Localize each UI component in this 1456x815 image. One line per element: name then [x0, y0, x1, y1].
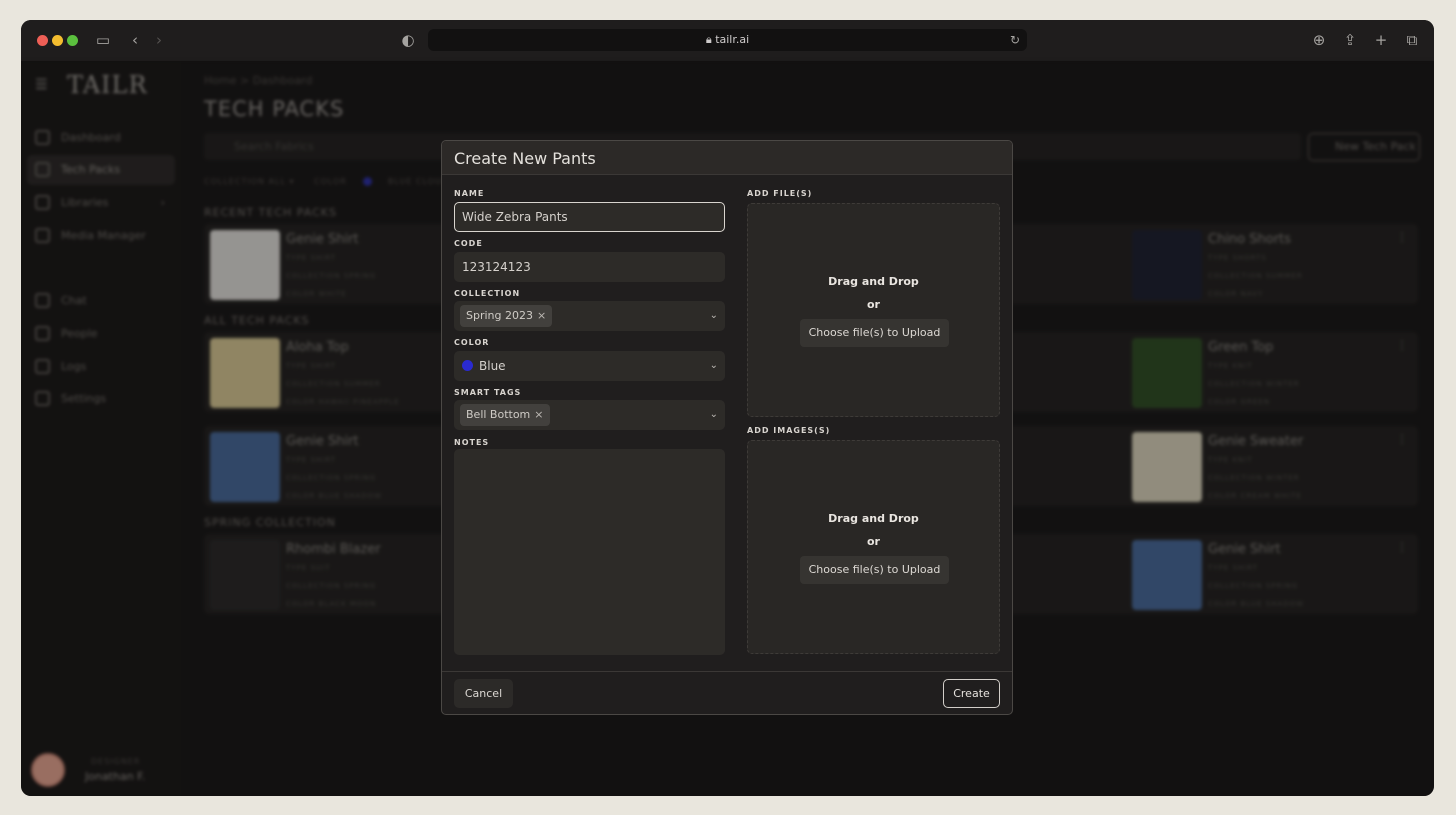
address-bar[interactable]: 🔒︎ tailr.ai ↻ [428, 29, 1027, 51]
upload-images-button[interactable]: Choose file(s) to Upload [800, 556, 949, 584]
notes-label: NOTES [454, 438, 490, 447]
notes-textarea[interactable] [454, 449, 725, 655]
code-label: CODE [454, 239, 483, 248]
remove-chip-icon[interactable]: × [537, 309, 546, 322]
remove-chip-icon[interactable]: × [534, 408, 543, 421]
color-value: Blue [479, 359, 506, 373]
collection-select[interactable]: Spring 2023 × ⌄ [454, 301, 725, 331]
add-files-label: ADD FILE(S) [747, 189, 813, 198]
collection-chip: Spring 2023 × [460, 305, 553, 327]
reload-icon[interactable]: ↻ [1010, 29, 1020, 51]
close-window-button[interactable] [37, 35, 48, 46]
color-label: COLOR [454, 338, 490, 347]
or-text: or [867, 535, 880, 548]
create-button[interactable]: Create [943, 679, 1000, 708]
modal-footer: Cancel Create [442, 671, 1012, 714]
tab-overview-icon[interactable]: ⧉ [1402, 30, 1422, 50]
cancel-button[interactable]: Cancel [454, 679, 513, 708]
browser-window: ▭ ‹ › ◐ 🔒︎ tailr.ai ↻ ⊕ ⇪ + ⧉ ☰ TAILR Da… [21, 20, 1434, 796]
lock-icon: 🔒︎ [705, 33, 712, 46]
chevron-down-icon: ⌄ [709, 409, 718, 420]
name-label: NAME [454, 189, 485, 198]
modal-title: Create New Pants [454, 149, 596, 168]
color-select[interactable]: Blue ⌄ [454, 351, 725, 381]
drop-text: Drag and Drop [828, 275, 919, 288]
smart-tags-select[interactable]: Bell Bottom × ⌄ [454, 400, 725, 430]
share-icon[interactable]: ⇪ [1340, 30, 1360, 50]
chevron-down-icon: ⌄ [709, 360, 718, 371]
image-dropzone[interactable]: Drag and Drop or Choose file(s) to Uploa… [747, 440, 1000, 654]
code-field[interactable]: 123124123 [454, 252, 725, 282]
shield-icon[interactable]: ◐ [398, 30, 418, 50]
browser-toolbar: ▭ ‹ › ◐ 🔒︎ tailr.ai ↻ ⊕ ⇪ + ⧉ [21, 20, 1434, 61]
upload-files-button[interactable]: Choose file(s) to Upload [800, 319, 949, 347]
minimize-window-button[interactable] [52, 35, 63, 46]
drop-text: Drag and Drop [828, 512, 919, 525]
download-icon[interactable]: ⊕ [1309, 30, 1329, 50]
name-field[interactable]: Wide Zebra Pants [454, 202, 725, 232]
create-modal: Create New Pants NAME Wide Zebra Pants C… [441, 140, 1013, 715]
url-text: tailr.ai [715, 33, 750, 46]
add-images-label: ADD IMAGES(S) [747, 426, 831, 435]
chevron-down-icon: ⌄ [709, 310, 718, 321]
smart-tags-label: SMART TAGS [454, 388, 522, 397]
modal-header: Create New Pants [442, 141, 1012, 175]
chip-label: Spring 2023 [466, 309, 533, 322]
or-text: or [867, 298, 880, 311]
tag-chip: Bell Bottom × [460, 404, 550, 426]
new-tab-icon[interactable]: + [1371, 30, 1391, 50]
file-dropzone[interactable]: Drag and Drop or Choose file(s) to Uploa… [747, 203, 1000, 417]
collection-label: COLLECTION [454, 289, 521, 298]
sidebar-toggle-icon[interactable]: ▭ [93, 30, 113, 50]
chip-label: Bell Bottom [466, 408, 531, 421]
zoom-window-button[interactable] [67, 35, 78, 46]
color-swatch [462, 360, 473, 371]
back-icon[interactable]: ‹ [125, 30, 145, 50]
forward-icon[interactable]: › [149, 30, 169, 50]
